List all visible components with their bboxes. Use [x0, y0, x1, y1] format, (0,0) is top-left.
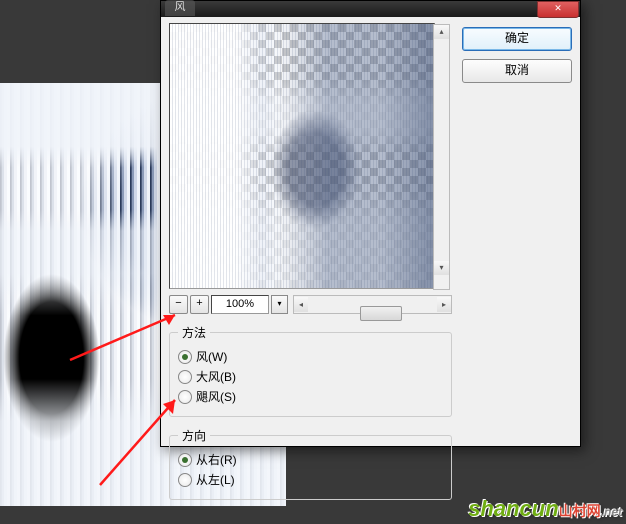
dialog-title-bar[interactable]: 风 — [161, 1, 580, 17]
scroll-up-icon[interactable]: ▴ — [434, 25, 449, 39]
radio-label: 飓风(S) — [196, 388, 236, 405]
dialog-title: 风 — [165, 0, 195, 16]
radio-blast[interactable]: 大风(B) — [178, 368, 443, 385]
method-legend: 方法 — [178, 324, 210, 341]
radio-label: 风(W) — [196, 348, 227, 365]
radio-label: 从左(L) — [196, 471, 235, 488]
direction-legend: 方向 — [178, 427, 210, 444]
scroll-down-icon[interactable]: ▾ — [434, 261, 449, 275]
radio-label: 从右(R) — [196, 451, 237, 468]
wind-filter-dialog: 风 确定 取消 ▴ ▾ − + 100% ▾ ◂ ▸ 方法 — [160, 0, 581, 447]
radio-icon — [178, 370, 192, 384]
radio-wind[interactable]: 风(W) — [178, 348, 443, 365]
watermark: shancun山村网.net — [468, 496, 622, 522]
close-button[interactable] — [537, 1, 579, 18]
direction-group: 方向 从右(R) 从左(L) — [169, 427, 452, 500]
radio-icon — [178, 473, 192, 487]
radio-icon — [178, 390, 192, 404]
preview-hscroll[interactable]: ◂ ▸ — [293, 295, 452, 314]
radio-icon — [178, 350, 192, 364]
preview-area[interactable]: ▴ ▾ — [169, 23, 435, 289]
ok-button[interactable]: 确定 — [462, 27, 572, 51]
radio-from-right[interactable]: 从右(R) — [178, 451, 443, 468]
scroll-right-icon[interactable]: ▸ — [437, 297, 451, 312]
radio-label: 大风(B) — [196, 368, 236, 385]
scroll-left-icon[interactable]: ◂ — [294, 297, 308, 312]
radio-from-left[interactable]: 从左(L) — [178, 471, 443, 488]
cancel-button[interactable]: 取消 — [462, 59, 572, 83]
preview-vscroll[interactable]: ▴ ▾ — [433, 24, 450, 290]
hscroll-thumb[interactable] — [360, 306, 402, 321]
radio-stagger[interactable]: 飓风(S) — [178, 388, 443, 405]
zoom-level-input[interactable]: 100% — [211, 295, 269, 314]
zoom-out-button[interactable]: − — [169, 295, 188, 314]
zoom-in-button[interactable]: + — [190, 295, 209, 314]
radio-icon — [178, 453, 192, 467]
method-group: 方法 风(W) 大风(B) 飓风(S) — [169, 324, 452, 417]
wind-effect-preview — [170, 24, 434, 288]
zoom-dropdown-icon[interactable]: ▾ — [271, 295, 288, 314]
